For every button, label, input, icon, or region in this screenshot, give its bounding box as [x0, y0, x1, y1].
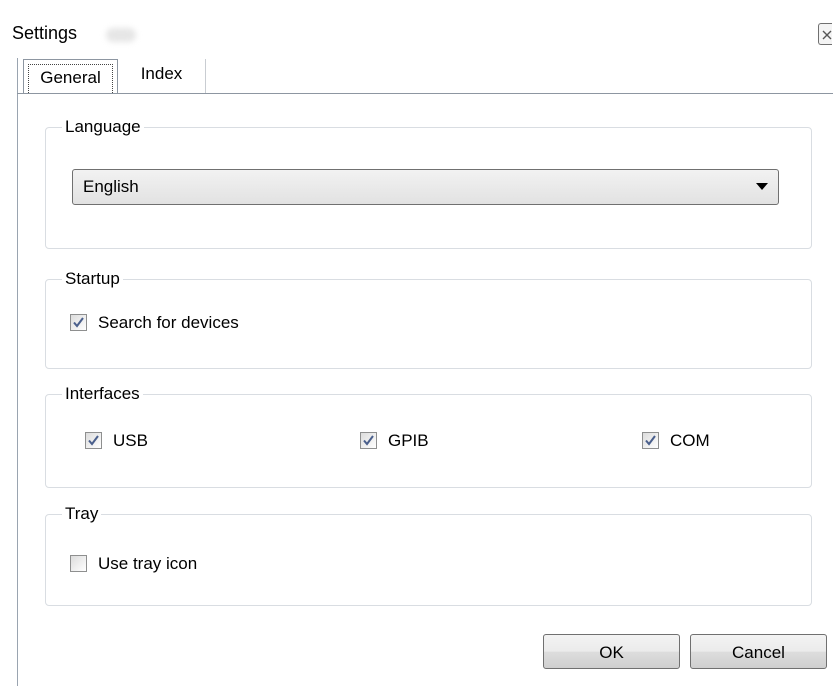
gpib-label: GPIB	[388, 431, 429, 450]
ok-button[interactable]: OK	[543, 634, 680, 669]
com-label: COM	[670, 431, 710, 450]
checkbox-box[interactable]	[70, 314, 87, 331]
title-bar: Settings	[12, 18, 832, 48]
chevron-down-icon	[756, 183, 768, 190]
tab-index[interactable]: Index	[118, 59, 206, 93]
interfaces-group-label: Interfaces	[62, 382, 143, 406]
usb-label: USB	[113, 431, 148, 450]
startup-group-label: Startup	[62, 267, 123, 291]
cancel-button[interactable]: Cancel	[690, 634, 827, 669]
language-group: Language English	[45, 115, 812, 249]
checkbox-box[interactable]	[70, 555, 87, 572]
window-title: Settings	[12, 23, 78, 43]
checkmark-icon	[645, 435, 656, 446]
checkmark-icon	[88, 435, 99, 446]
language-select-value: English	[83, 177, 139, 196]
search-for-devices-label: Search for devices	[98, 313, 239, 332]
checkmark-icon	[73, 317, 84, 328]
tab-general-label: General	[28, 64, 113, 93]
window-left-border	[17, 58, 18, 686]
checkbox-box[interactable]	[85, 432, 102, 449]
checkmark-icon	[363, 435, 374, 446]
use-tray-icon-label: Use tray icon	[98, 554, 198, 573]
checkbox-box[interactable]	[360, 432, 377, 449]
close-button[interactable]	[818, 23, 832, 45]
tab-panel-border	[17, 93, 833, 94]
close-icon	[822, 30, 832, 40]
title-blur	[106, 28, 136, 42]
startup-group: Startup Search for devices	[45, 267, 812, 369]
language-select[interactable]: English	[72, 169, 779, 205]
tab-general[interactable]: General	[23, 59, 118, 93]
tray-group: Tray Use tray icon	[45, 502, 812, 606]
tray-group-label: Tray	[62, 502, 102, 526]
settings-window: Settings General Index Language English …	[0, 0, 833, 686]
language-group-label: Language	[62, 115, 144, 139]
interfaces-group: Interfaces USB GPIB COM	[45, 382, 812, 488]
checkbox-box[interactable]	[642, 432, 659, 449]
